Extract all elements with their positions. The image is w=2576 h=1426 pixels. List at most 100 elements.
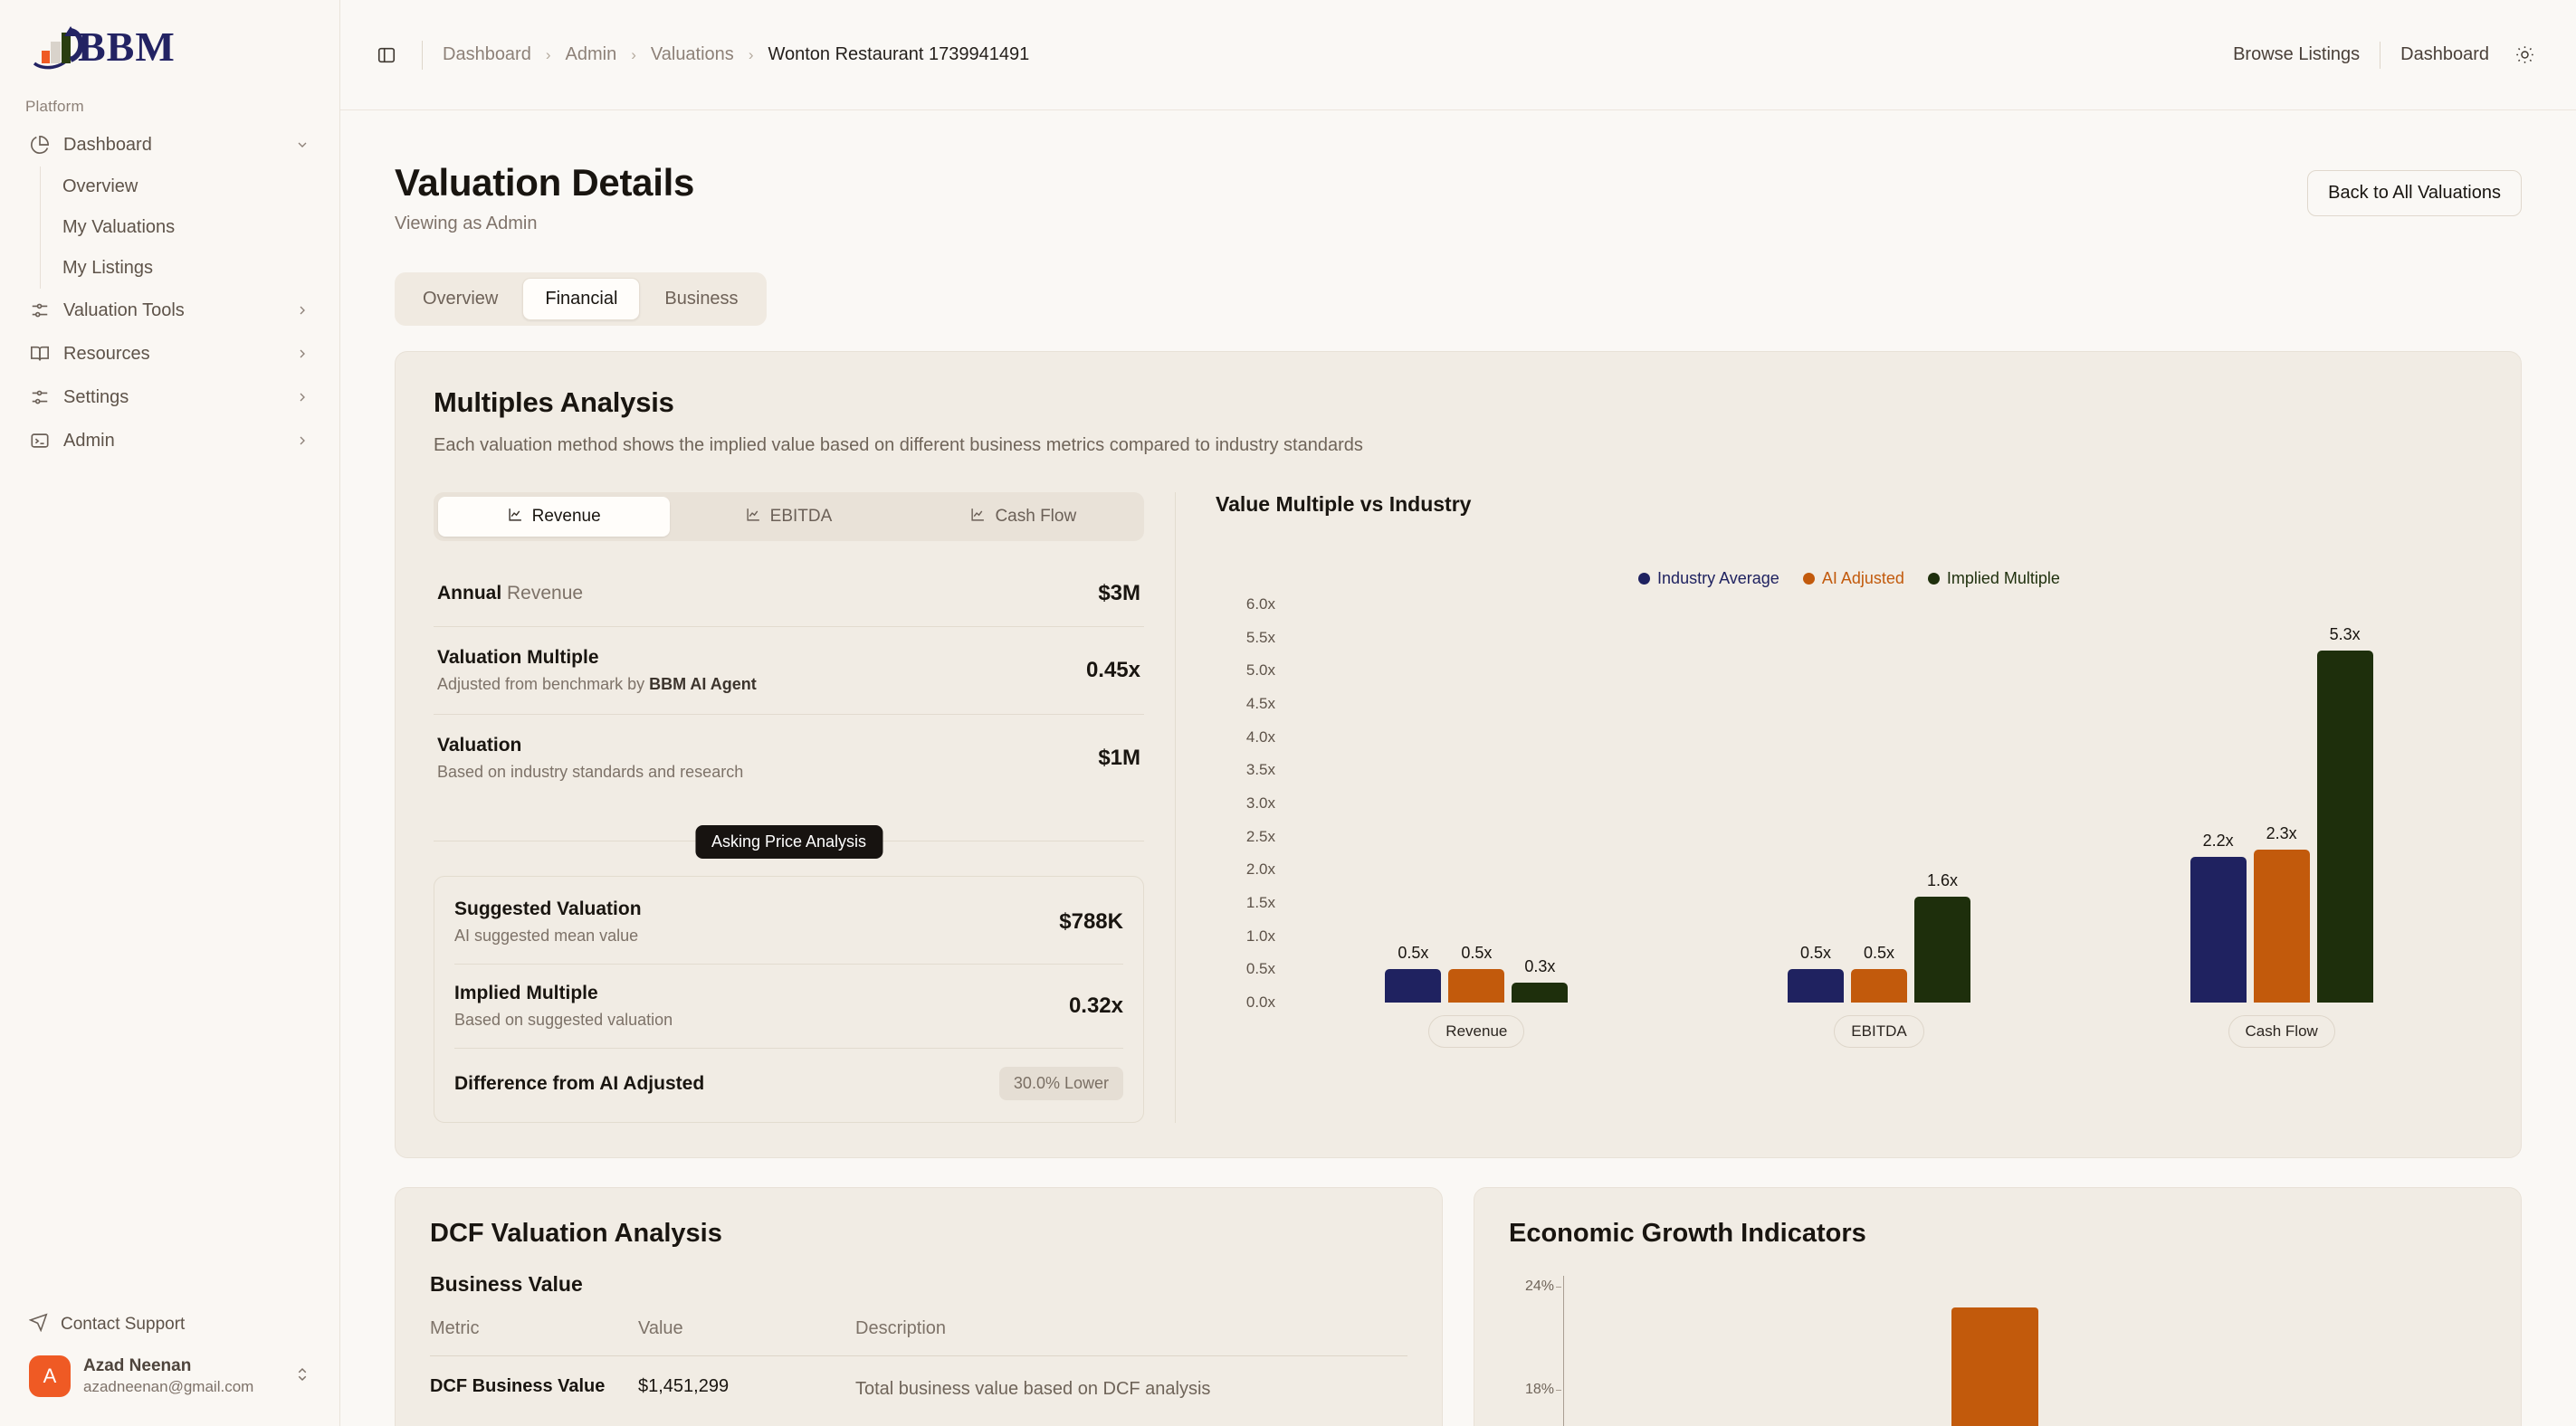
y-axis-tick: 1.0x: [1245, 927, 1275, 945]
metric-value: $3M: [1098, 581, 1140, 605]
browse-listings-link[interactable]: Browse Listings: [2233, 44, 2360, 65]
chevron-right-icon[interactable]: [294, 433, 310, 449]
sidebar-nav: Dashboard Overview My Valuations My List…: [0, 123, 339, 462]
breadcrumb-dashboard[interactable]: Dashboard: [443, 44, 531, 65]
chevron-right-icon[interactable]: [294, 346, 310, 362]
dcf-table-header: Metric Value Description: [430, 1318, 1407, 1356]
y-axis: 6.0x 5.5x 5.0x 4.5x 4.0x 3.5x 3.0x 2.5x 2.0x 1.5x…: [1216, 595, 1275, 1011]
dcf-cell-value: $1,451,299: [638, 1376, 730, 1396]
bar[interactable]: 0.5x: [1851, 944, 1907, 1003]
sliders-icon: [29, 299, 51, 321]
legend-item-ai-adjusted[interactable]: AI Adjusted: [1802, 569, 1904, 588]
x-axis-category-pill: Cash Flow: [2228, 1015, 2335, 1048]
app-logo[interactable]: BBM: [0, 0, 339, 81]
asking-row-difference: Difference from AI Adjusted 30.0% Lower: [454, 1049, 1123, 1118]
panel-left-icon[interactable]: [371, 40, 402, 71]
segment-ebitda[interactable]: EBITDA: [673, 497, 904, 537]
bar[interactable]: 5.3x: [2316, 625, 2373, 1003]
bar-value-label: 5.3x: [2329, 625, 2361, 644]
metric-sub-pre: Adjusted from benchmark by: [437, 675, 650, 693]
sidebar-item-label: Settings: [63, 386, 129, 407]
economic-bar: [1951, 1307, 2038, 1426]
breadcrumb-valuations[interactable]: Valuations: [651, 44, 734, 65]
chevron-down-icon[interactable]: [294, 137, 310, 153]
legend-item-implied-multiple[interactable]: Implied Multiple: [1927, 569, 2060, 588]
sidebar-item-my-listings[interactable]: My Listings: [44, 248, 318, 289]
sidebar-subnav-dashboard: Overview My Valuations My Listings: [40, 166, 318, 289]
bar[interactable]: 1.6x: [1914, 871, 1970, 1003]
dcf-valuation-card: DCF Valuation Analysis Business Value Me…: [395, 1187, 1443, 1426]
sidebar-subitem-label: My Listings: [62, 258, 154, 278]
y-axis-tick: 5.0x: [1245, 661, 1275, 680]
metric-segmented-control: Revenue EBITDA Cash Flow: [434, 492, 1144, 541]
segment-cash-flow[interactable]: Cash Flow: [908, 497, 1140, 537]
segment-revenue[interactable]: Revenue: [438, 497, 671, 537]
legend-swatch: [1638, 573, 1651, 585]
bar[interactable]: 2.2x: [2190, 832, 2247, 1003]
sidebar-item-valuation-tools[interactable]: Valuation Tools: [22, 289, 318, 332]
multiples-description: Each valuation method shows the implied …: [434, 435, 1363, 455]
asking-sub: Based on suggested valuation: [454, 1011, 673, 1029]
y-axis-tick: 3.0x: [1245, 794, 1275, 812]
back-to-all-valuations-button[interactable]: Back to All Valuations: [2307, 170, 2522, 216]
bar[interactable]: 0.5x: [1385, 944, 1442, 1003]
metric-row-valuation: Valuation Based on industry standards an…: [434, 715, 1144, 802]
asking-label: Implied Multiple: [454, 983, 598, 1003]
metric-rows: Annual Revenue $3M Valuation Multiple Ad…: [434, 561, 1144, 802]
sidebar-item-my-valuations[interactable]: My Valuations: [44, 207, 318, 248]
sidebar-subitem-label: My Valuations: [62, 217, 176, 237]
sidebar-item-label: Admin: [63, 430, 115, 451]
asking-label: Suggested Valuation: [454, 898, 642, 919]
sun-icon[interactable]: [2509, 40, 2540, 71]
line-chart-icon: [508, 507, 523, 528]
chevron-right-icon[interactable]: [294, 389, 310, 405]
breadcrumb: Dashboard › Admin › Valuations › Wonton …: [443, 44, 1029, 65]
bar[interactable]: 0.5x: [1448, 944, 1505, 1003]
contact-support-label: Contact Support: [61, 1315, 186, 1334]
chevron-right-icon[interactable]: [294, 302, 310, 318]
legend-item-industry-average[interactable]: Industry Average: [1638, 569, 1779, 588]
metric-label-muted: Revenue: [507, 583, 584, 604]
sidebar-item-settings[interactable]: Settings: [22, 376, 318, 419]
bar[interactable]: 0.5x: [1788, 944, 1844, 1003]
sidebar-item-label: Resources: [63, 343, 150, 364]
y-axis-tick: 2.5x: [1245, 827, 1275, 845]
asking-sub: AI suggested mean value: [454, 927, 639, 945]
tab-overview[interactable]: Overview: [400, 278, 520, 320]
multiples-left-panel: Revenue EBITDA Cash Flow Annual Revenue …: [434, 492, 1176, 1123]
asking-price-box: Suggested Valuation AI suggested mean va…: [434, 876, 1144, 1123]
tab-financial[interactable]: Financial: [522, 278, 641, 320]
sidebar: BBM Platform Dashboard Overview My Valua…: [0, 0, 340, 1426]
sidebar-item-label: Dashboard: [63, 134, 152, 155]
page-header: Valuation Details Viewing as Admin Back …: [395, 161, 2522, 234]
metric-row-annual-revenue: Annual Revenue $3M: [434, 561, 1144, 627]
user-account-switcher[interactable]: A Azad Neenan azadneenan@gmail.com: [22, 1346, 318, 1406]
chevrons-up-down-icon[interactable]: [294, 1366, 310, 1387]
sidebar-item-overview[interactable]: Overview: [44, 166, 318, 207]
plot-area: 0.5x 0.5x 0.3x 0.5x 0.5x 1.6x 2.2x 2.3x 5.3x: [1275, 604, 2483, 1003]
tab-business[interactable]: Business: [642, 278, 760, 320]
sidebar-item-dashboard[interactable]: Dashboard: [22, 123, 318, 166]
chart-legend: Industry Average AI Adjusted Implied Mul…: [1216, 569, 2483, 588]
breadcrumb-separator: ›: [631, 45, 636, 63]
asking-price-analysis-label: Asking Price Analysis: [694, 825, 883, 859]
contact-support-button[interactable]: Contact Support: [22, 1303, 318, 1346]
sidebar-item-label: Valuation Tools: [63, 299, 185, 320]
metric-sub-pre: Based on industry standards and research: [437, 763, 744, 781]
breadcrumb-admin[interactable]: Admin: [566, 44, 617, 65]
multiples-analysis-card: Multiples Analysis Each valuation method…: [395, 351, 2522, 1158]
terminal-icon: [29, 430, 51, 452]
legend-swatch: [1802, 573, 1815, 585]
economic-bar-chart: 24% 18%: [1509, 1276, 2486, 1426]
asking-row-implied-multiple: Implied Multiple Based on suggested valu…: [454, 965, 1123, 1049]
sidebar-item-admin[interactable]: Admin: [22, 419, 318, 462]
metric-value: 0.45x: [1085, 658, 1140, 682]
sidebar-item-resources[interactable]: Resources: [22, 332, 318, 376]
bar-groups: 0.5x 0.5x 0.3x 0.5x 0.5x 1.6x 2.2x 2.3x 5.3x: [1275, 604, 2483, 1003]
bar[interactable]: 0.3x: [1512, 957, 1569, 1003]
dcf-subtitle: Business Value: [430, 1272, 583, 1296]
x-axis-label-cell: EBITDA: [1678, 1015, 2081, 1048]
table-row: DCF Business Value $1,451,299 Total busi…: [430, 1356, 1407, 1403]
dashboard-link[interactable]: Dashboard: [2400, 44, 2489, 65]
bar[interactable]: 2.3x: [2253, 824, 2310, 1003]
